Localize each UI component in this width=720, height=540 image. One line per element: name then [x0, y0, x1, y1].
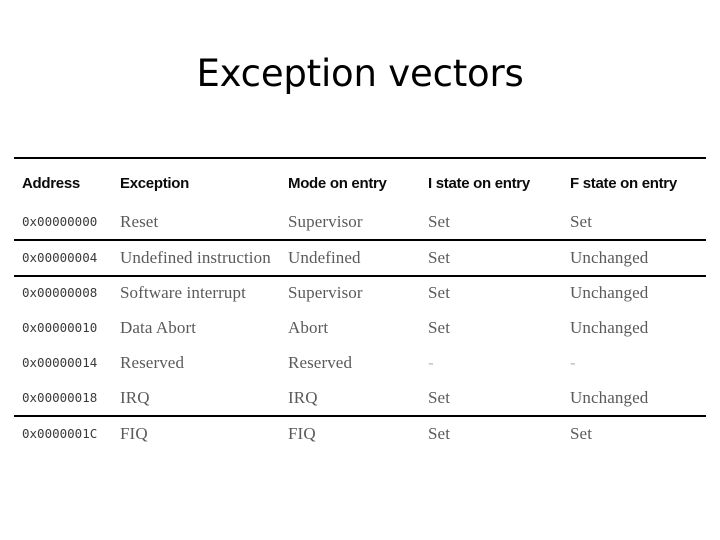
cell-f-state: Set — [570, 212, 593, 231]
cell-i-state: Set — [428, 212, 451, 231]
cell-exception: Reset — [120, 212, 159, 231]
cell-f-state: Unchanged — [570, 283, 649, 302]
cell-i-state: Set — [428, 248, 451, 267]
column-header-f-state-on-entry: F state on entry — [570, 175, 677, 192]
table-rule-after-undefined — [14, 275, 706, 277]
table-row: 0x00000008 Software interrupt Supervisor… — [14, 280, 706, 306]
cell-i-state: Set — [428, 318, 451, 337]
cell-address: 0x00000014 — [22, 355, 98, 370]
table-row: 0x00000014 Reserved Reserved - - — [14, 350, 706, 376]
cell-mode: Reserved — [288, 353, 353, 372]
cell-exception: Undefined instruction — [120, 248, 271, 267]
cell-address: 0x00000008 — [22, 285, 98, 300]
table-rule-after-reset — [14, 239, 706, 241]
table-row: 0x00000004 Undefined instruction Undefin… — [14, 245, 706, 271]
cell-mode: Undefined — [288, 248, 361, 267]
cell-address: 0x00000010 — [22, 320, 98, 335]
cell-address: 0x00000004 — [22, 250, 98, 265]
slide-canvas: Exception vectors Address Exception Mode… — [0, 0, 720, 540]
cell-mode: IRQ — [288, 388, 318, 407]
cell-exception: IRQ — [120, 388, 150, 407]
cell-mode: Supervisor — [288, 212, 363, 231]
cell-f-state: Unchanged — [570, 318, 649, 337]
cell-mode: Abort — [288, 318, 329, 337]
cell-exception: Reserved — [120, 353, 185, 372]
column-header-mode-on-entry: Mode on entry — [288, 175, 387, 192]
table-rule-top — [14, 157, 706, 159]
cell-i-state: Set — [428, 388, 451, 407]
cell-exception: Software interrupt — [120, 283, 246, 302]
table-row: 0x00000018 IRQ IRQ Set Unchanged — [14, 385, 706, 411]
cell-f-state: Unchanged — [570, 388, 649, 407]
cell-exception: Data Abort — [120, 318, 197, 337]
cell-i-state: Set — [428, 424, 451, 443]
cell-mode: FIQ — [288, 424, 316, 443]
cell-exception: FIQ — [120, 424, 148, 443]
column-header-exception: Exception — [120, 175, 189, 192]
cell-f-state: - — [570, 353, 576, 372]
cell-f-state: Set — [570, 424, 593, 443]
table-row: 0x0000001C FIQ FIQ Set Set — [14, 421, 706, 447]
page-title: Exception vectors — [196, 52, 524, 95]
cell-address: 0x00000000 — [22, 214, 98, 229]
cell-f-state: Unchanged — [570, 248, 649, 267]
table-row: 0x00000000 Reset Supervisor Set Set — [14, 209, 706, 235]
table-row: 0x00000010 Data Abort Abort Set Unchange… — [14, 315, 706, 341]
cell-address: 0x0000001C — [22, 426, 98, 441]
cell-i-state: - — [428, 353, 434, 372]
table-header-row: Address Exception Mode on entry I state … — [14, 171, 706, 197]
column-header-address: Address — [22, 175, 80, 192]
exception-vector-table: Address Exception Mode on entry I state … — [14, 157, 706, 447]
table-rule-after-irq — [14, 415, 706, 417]
column-header-i-state-on-entry: I state on entry — [428, 175, 530, 192]
cell-address: 0x00000018 — [22, 390, 98, 405]
cell-mode: Supervisor — [288, 283, 363, 302]
cell-i-state: Set — [428, 283, 451, 302]
